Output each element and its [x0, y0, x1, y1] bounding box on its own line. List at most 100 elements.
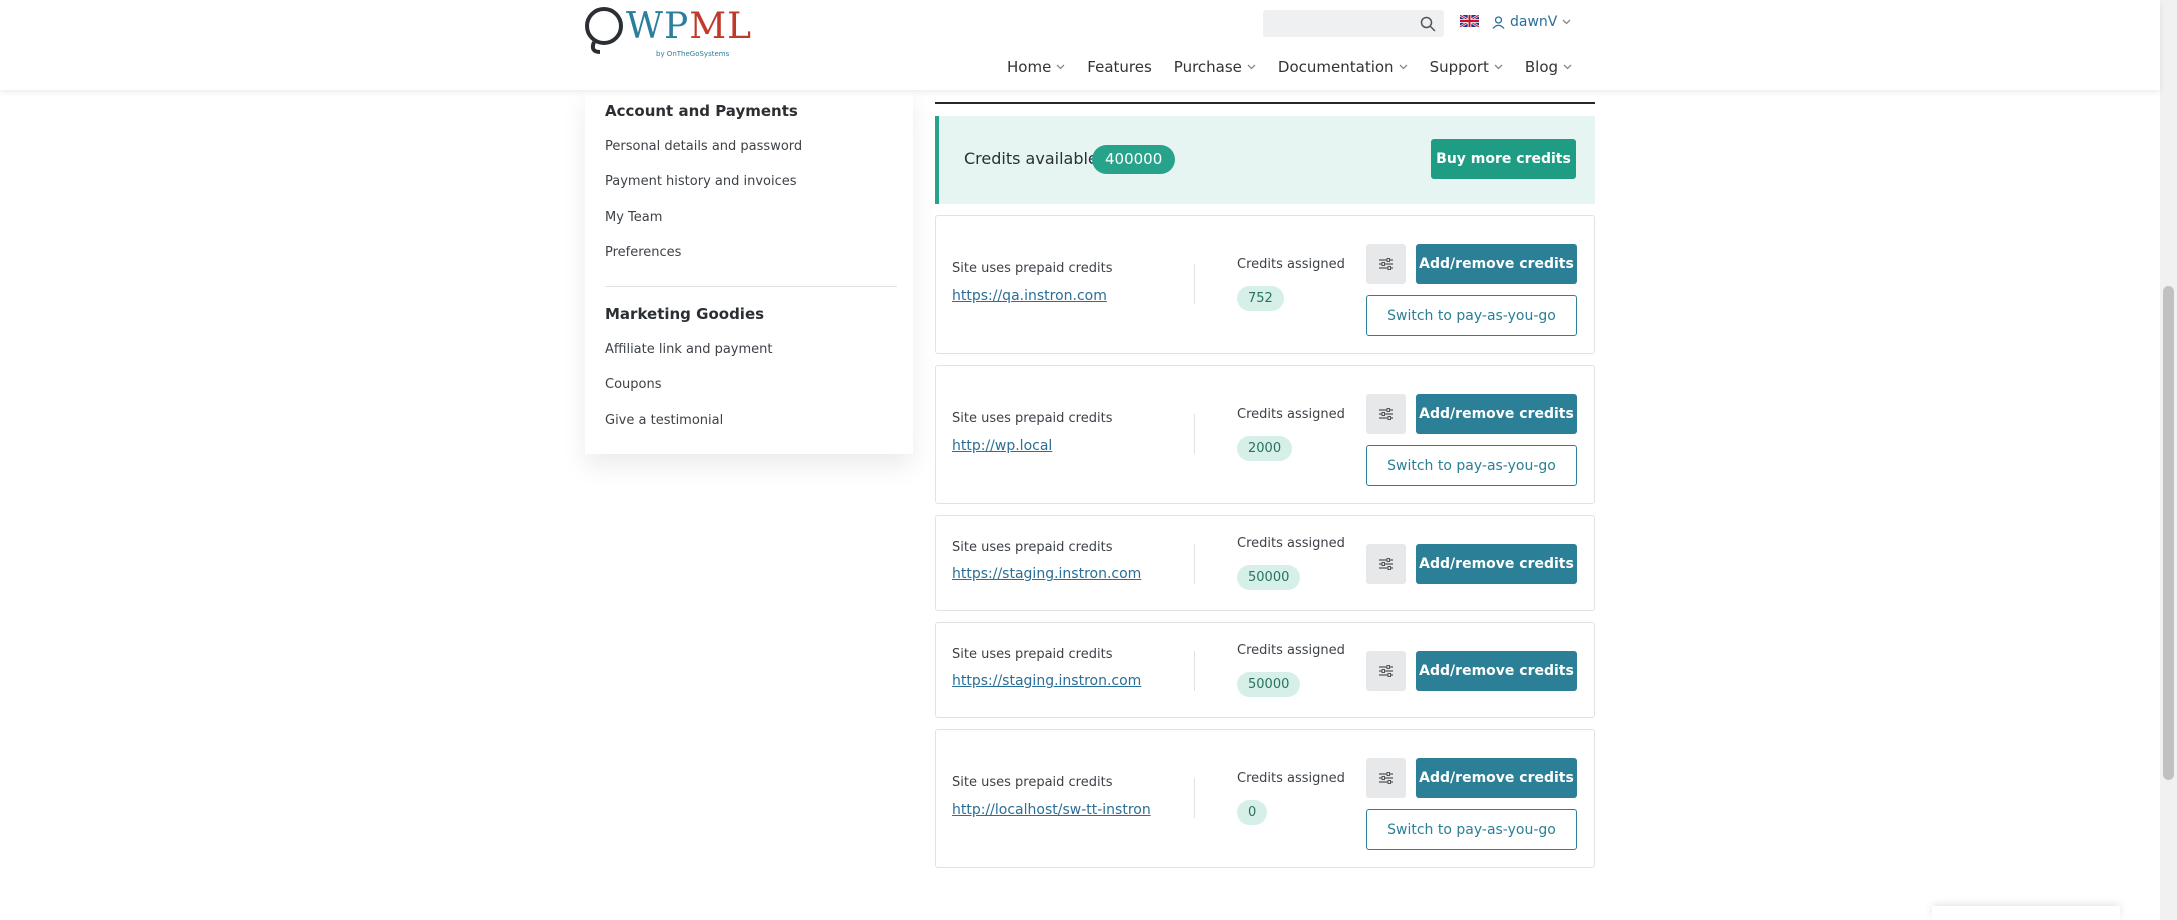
account-payments-heading: Account and Payments [605, 102, 798, 120]
site-status-label: Site uses prepaid credits [952, 647, 1113, 662]
site-status-label: Site uses prepaid credits [952, 411, 1113, 426]
site-header: WPML by OnTheGoSystems dawnV Home Featur… [0, 0, 2160, 90]
logo-mark-icon [585, 7, 623, 54]
site-url-link[interactable]: https://staging.instron.com [952, 673, 1141, 689]
site-card: Site uses prepaid credits https://qa.ins… [935, 215, 1595, 354]
add-remove-credits-button[interactable]: Add/remove credits [1416, 651, 1577, 691]
account-sidebar: Account and Payments Personal details an… [585, 90, 913, 454]
credits-assigned-label: Credits assigned [1237, 771, 1345, 786]
nav-blog-label: Blog [1524, 58, 1559, 76]
site-card: Site uses prepaid credits http://wp.loca… [935, 365, 1595, 504]
section-rule [935, 102, 1595, 104]
site-card: Site uses prepaid credits https://stagin… [935, 515, 1595, 611]
nav-purchase-label: Purchase [1173, 58, 1242, 76]
credits-assigned-label: Credits assigned [1237, 643, 1345, 658]
site-card: Site uses prepaid credits http://localho… [935, 729, 1595, 868]
chevron-down-icon [1494, 64, 1503, 70]
site-settings-button[interactable] [1366, 244, 1406, 284]
logo-wp: WP [626, 6, 690, 47]
logo-byline: by OnTheGoSystems [656, 50, 730, 58]
nav-features-label: Features [1087, 58, 1152, 76]
sliders-icon [1379, 665, 1393, 677]
credits-assigned-badge: 50000 [1237, 672, 1301, 697]
chevron-down-icon [1399, 64, 1408, 70]
sidebar-item-preferences[interactable]: Preferences [605, 245, 681, 260]
nav-home-label: Home [1007, 58, 1052, 76]
search-icon[interactable] [1420, 16, 1436, 32]
credits-assigned-badge: 752 [1237, 286, 1284, 311]
uk-flag-icon[interactable] [1460, 15, 1479, 27]
sliders-icon [1379, 772, 1393, 784]
search-box [1263, 10, 1444, 37]
site-url-link[interactable]: https://qa.instron.com [952, 288, 1107, 304]
wpml-logo[interactable]: WPML by OnTheGoSystems [584, 2, 751, 60]
user-name: dawnV [1510, 14, 1558, 30]
sidebar-item-my-team[interactable]: My Team [605, 210, 662, 225]
site-status-label: Site uses prepaid credits [952, 261, 1113, 276]
nav-home[interactable]: Home [1007, 58, 1065, 76]
site-url-link[interactable]: http://wp.local [952, 438, 1052, 454]
nav-blog[interactable]: Blog [1525, 58, 1572, 76]
switch-to-payg-button[interactable]: Switch to pay-as-you-go [1366, 445, 1577, 486]
nav-purchase[interactable]: Purchase [1174, 58, 1256, 76]
card-divider [1194, 414, 1195, 454]
nav-documentation[interactable]: Documentation [1278, 58, 1408, 76]
sidebar-item-coupons[interactable]: Coupons [605, 377, 662, 392]
site-url-link[interactable]: http://localhost/sw-tt-instron [952, 802, 1151, 818]
site-settings-button[interactable] [1366, 394, 1406, 434]
site-settings-button[interactable] [1366, 544, 1406, 584]
site-settings-button[interactable] [1366, 651, 1406, 691]
add-remove-credits-button[interactable]: Add/remove credits [1416, 544, 1577, 584]
card-divider [1194, 264, 1195, 304]
site-settings-button[interactable] [1366, 758, 1406, 798]
sidebar-item-affiliate[interactable]: Affiliate link and payment [605, 342, 773, 357]
chevron-down-icon [1562, 19, 1571, 25]
add-remove-credits-button[interactable]: Add/remove credits [1416, 758, 1577, 798]
site-status-label: Site uses prepaid credits [952, 540, 1113, 555]
credits-available-badge: 400000 [1092, 145, 1176, 174]
main-nav: Home Features Purchase Documentation Sup… [1007, 58, 1594, 76]
site-card: Site uses prepaid credits https://stagin… [935, 622, 1595, 718]
site-url-link[interactable]: https://staging.instron.com [952, 566, 1141, 582]
credits-assigned-label: Credits assigned [1237, 536, 1345, 551]
credits-assigned-label: Credits assigned [1237, 407, 1345, 422]
buy-more-credits-button[interactable]: Buy more credits [1431, 139, 1576, 179]
nav-support[interactable]: Support [1430, 58, 1503, 76]
credits-assigned-badge: 50000 [1237, 565, 1301, 590]
card-divider [1194, 544, 1195, 584]
add-remove-credits-button[interactable]: Add/remove credits [1416, 244, 1577, 284]
user-menu[interactable]: dawnV [1492, 12, 1571, 32]
switch-to-payg-button[interactable]: Switch to pay-as-you-go [1366, 809, 1577, 850]
logo-wordmark: WPML [626, 6, 752, 47]
nav-features[interactable]: Features [1087, 58, 1152, 76]
search-input[interactable] [1263, 10, 1413, 37]
nav-documentation-label: Documentation [1277, 58, 1394, 76]
sidebar-item-payment-history[interactable]: Payment history and invoices [605, 174, 797, 189]
user-icon [1492, 15, 1505, 29]
card-divider [1194, 651, 1195, 691]
credits-banner: Credits available 400000 Buy more credit… [935, 116, 1595, 204]
chevron-down-icon [1056, 64, 1065, 70]
nav-support-label: Support [1429, 58, 1489, 76]
sliders-icon [1379, 408, 1393, 420]
sidebar-divider [605, 286, 897, 287]
add-remove-credits-button[interactable]: Add/remove credits [1416, 394, 1577, 434]
chevron-down-icon [1563, 64, 1572, 70]
credits-available-label: Credits available [964, 149, 1098, 168]
credits-assigned-label: Credits assigned [1237, 257, 1345, 272]
credits-assigned-badge: 2000 [1237, 436, 1293, 461]
sliders-icon [1379, 558, 1393, 570]
page-scrollbar[interactable] [2160, 0, 2177, 920]
card-divider [1194, 778, 1195, 818]
switch-to-payg-button[interactable]: Switch to pay-as-you-go [1366, 295, 1577, 336]
sliders-icon [1379, 258, 1393, 270]
scrollbar-thumb[interactable] [2163, 286, 2174, 780]
sidebar-item-personal-details[interactable]: Personal details and password [605, 139, 802, 154]
credits-assigned-badge: 0 [1237, 800, 1268, 825]
marketing-goodies-heading: Marketing Goodies [605, 305, 765, 323]
sidebar-item-testimonial[interactable]: Give a testimonial [605, 413, 723, 428]
logo-ml: ML [689, 6, 753, 47]
chevron-down-icon [1247, 64, 1256, 70]
site-status-label: Site uses prepaid credits [952, 775, 1113, 790]
chat-widget-edge[interactable] [1932, 906, 2120, 920]
